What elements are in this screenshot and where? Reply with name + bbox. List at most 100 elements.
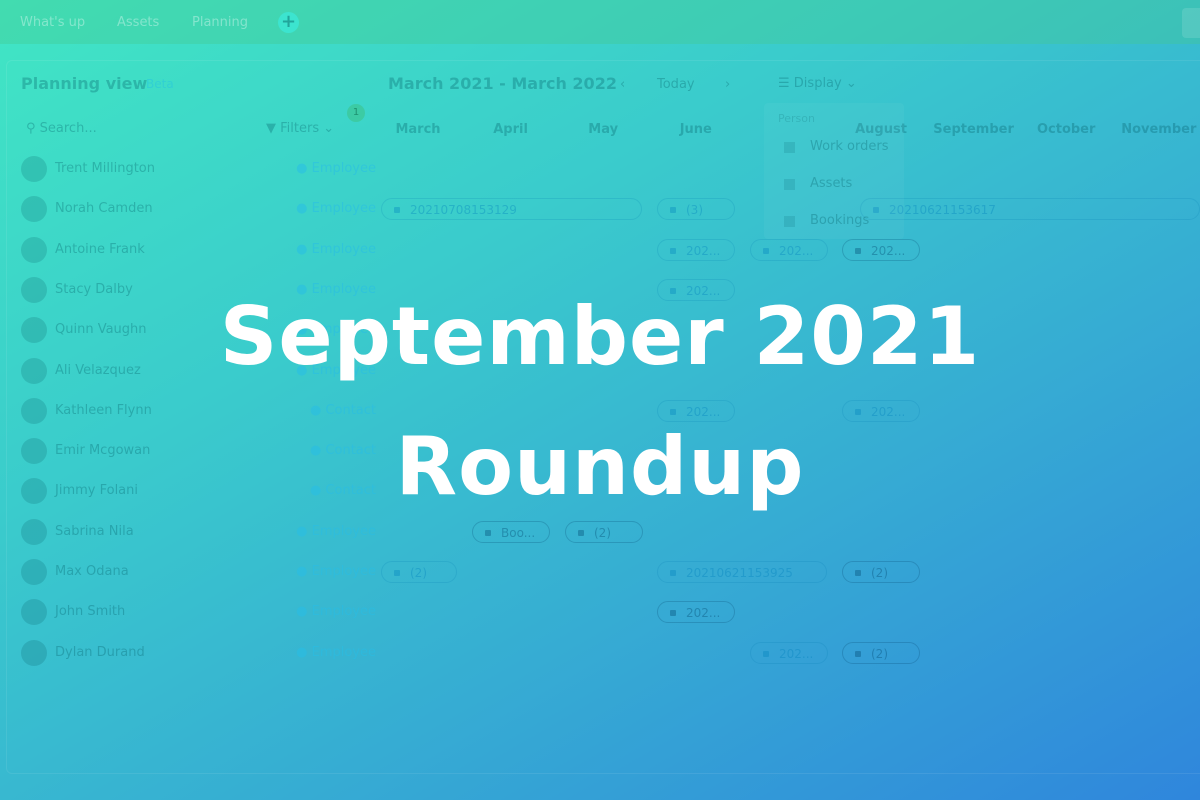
filters-button[interactable]: ▼ Filters ⌄ bbox=[266, 121, 334, 136]
tab-assets[interactable]: Assets bbox=[117, 15, 159, 30]
person-icon: ● bbox=[296, 564, 312, 579]
month-may: May bbox=[588, 122, 619, 137]
booking-icon bbox=[670, 610, 676, 617]
booking-label: (2) bbox=[410, 566, 427, 580]
person-name: Antoine Frank bbox=[55, 241, 145, 257]
next-arrow-icon[interactable]: › bbox=[725, 77, 730, 92]
person-icon: ● bbox=[296, 523, 312, 539]
booking-label: (3) bbox=[686, 203, 703, 218]
month-november: November bbox=[1121, 122, 1197, 137]
month-april: April bbox=[493, 122, 528, 137]
booking-icon bbox=[670, 570, 676, 576]
booking-pill[interactable]: 202... bbox=[750, 641, 828, 664]
booking-pill[interactable]: 20210621153617 bbox=[860, 198, 1200, 221]
plus-circle-icon[interactable]: + bbox=[278, 12, 299, 33]
booking-pill[interactable]: (2) bbox=[565, 520, 643, 543]
avatar bbox=[21, 236, 47, 263]
tab-planning[interactable]: Planning bbox=[192, 15, 248, 30]
checkbox-unchecked-icon[interactable] bbox=[784, 179, 795, 190]
person-type-label: Employee bbox=[311, 523, 376, 539]
search-input[interactable]: ⚲ Search... bbox=[26, 121, 97, 136]
booking-pill[interactable]: (3) bbox=[657, 198, 735, 221]
filter-icon: ▼ bbox=[266, 121, 281, 136]
booking-pill[interactable]: Boo... bbox=[472, 520, 550, 543]
person-type-label: Employee bbox=[311, 241, 376, 257]
display-button[interactable]: ☰ Display ⌄ bbox=[778, 76, 857, 91]
person-name: John Smith bbox=[55, 604, 126, 620]
booking-icon bbox=[855, 650, 861, 657]
booking-icon bbox=[855, 408, 861, 415]
month-june: June bbox=[679, 122, 712, 137]
booking-pill[interactable]: 202... bbox=[842, 238, 920, 261]
top-right-button[interactable] bbox=[1182, 8, 1200, 38]
person-name: Sabrina Nila bbox=[55, 523, 134, 539]
beta-badge: Beta bbox=[146, 77, 174, 91]
booking-label: 202... bbox=[779, 646, 814, 661]
avatar bbox=[21, 156, 47, 182]
checkbox-checked-icon[interactable] bbox=[784, 216, 795, 227]
booking-label: 202... bbox=[871, 243, 906, 258]
booking-pill[interactable]: (2) bbox=[381, 561, 457, 583]
chevron-down-icon: ⌄ bbox=[841, 76, 857, 91]
booking-icon bbox=[670, 408, 676, 415]
booking-pill[interactable]: 202... bbox=[657, 238, 735, 261]
booking-pill[interactable]: 202... bbox=[657, 399, 735, 422]
booking-icon bbox=[855, 570, 861, 576]
booking-label: Boo... bbox=[501, 525, 536, 540]
booking-pill[interactable]: 20210621153925 bbox=[657, 561, 827, 583]
month-september: September bbox=[933, 122, 1014, 137]
person-type: ● Employee bbox=[276, 242, 376, 257]
person-name: Kathleen Flynn bbox=[55, 402, 152, 418]
tab-whats-up[interactable]: What's up bbox=[20, 15, 85, 30]
booking-label: (2) bbox=[594, 525, 611, 540]
booking-pill[interactable]: 202... bbox=[750, 238, 828, 261]
person-icon: ● bbox=[296, 644, 312, 660]
booking-pill[interactable]: 202... bbox=[842, 399, 920, 422]
filters-label: Filters bbox=[280, 121, 320, 136]
booking-label: 20210708153129 bbox=[410, 203, 517, 218]
person-type: ● Contact bbox=[276, 403, 376, 418]
top-nav-bar: What's up Assets Planning + bbox=[0, 0, 1200, 44]
person-type-label: Employee bbox=[311, 644, 376, 660]
booking-label: (2) bbox=[871, 646, 888, 661]
avatar bbox=[21, 639, 47, 666]
booking-pill[interactable]: (2) bbox=[842, 561, 920, 583]
booking-pill[interactable]: 20210708153129 bbox=[381, 198, 642, 221]
chevron-down-icon: ⌄ bbox=[319, 121, 335, 136]
person-icon: ● bbox=[296, 161, 312, 176]
booking-label: 20210621153617 bbox=[889, 203, 996, 218]
person-type: ● Employee bbox=[276, 564, 376, 579]
booking-icon bbox=[394, 570, 400, 576]
booking-icon bbox=[670, 247, 676, 254]
person-type: ● Employee bbox=[276, 604, 376, 619]
person-icon: ● bbox=[309, 402, 326, 418]
booking-label: (2) bbox=[871, 566, 888, 580]
person-type: ● Employee bbox=[276, 201, 376, 216]
headline-line-1: September 2021 bbox=[219, 290, 981, 383]
person-name: Norah Camden bbox=[55, 201, 153, 217]
booking-pill[interactable]: 202... bbox=[657, 601, 735, 624]
person-type-label: Employee bbox=[311, 564, 376, 579]
booking-icon bbox=[855, 247, 861, 254]
filter-count-badge: 1 bbox=[347, 104, 365, 122]
person-name: Trent Millington bbox=[55, 161, 156, 176]
option-label: Assets bbox=[810, 176, 853, 191]
search-icon: ⚲ bbox=[26, 121, 40, 136]
search-placeholder: Search... bbox=[39, 121, 97, 136]
prev-arrow-icon[interactable]: ‹ bbox=[620, 77, 625, 92]
booking-icon bbox=[578, 529, 584, 536]
booking-label: 202... bbox=[871, 404, 906, 419]
avatar bbox=[21, 518, 47, 545]
person-type-label: Employee bbox=[311, 604, 376, 620]
booking-pill[interactable]: (2) bbox=[842, 641, 920, 664]
person-type-label: Contact bbox=[325, 402, 376, 418]
person-icon: ● bbox=[296, 241, 312, 257]
today-button[interactable]: Today bbox=[657, 77, 695, 92]
list-icon: ☰ bbox=[778, 76, 794, 91]
booking-label: 202... bbox=[686, 606, 721, 621]
booking-icon bbox=[763, 247, 769, 254]
booking-label: 202... bbox=[779, 243, 814, 258]
person-type: ● Employee bbox=[276, 161, 376, 176]
checkbox-checked-icon[interactable] bbox=[784, 142, 795, 153]
person-type-label: Employee bbox=[311, 161, 376, 176]
